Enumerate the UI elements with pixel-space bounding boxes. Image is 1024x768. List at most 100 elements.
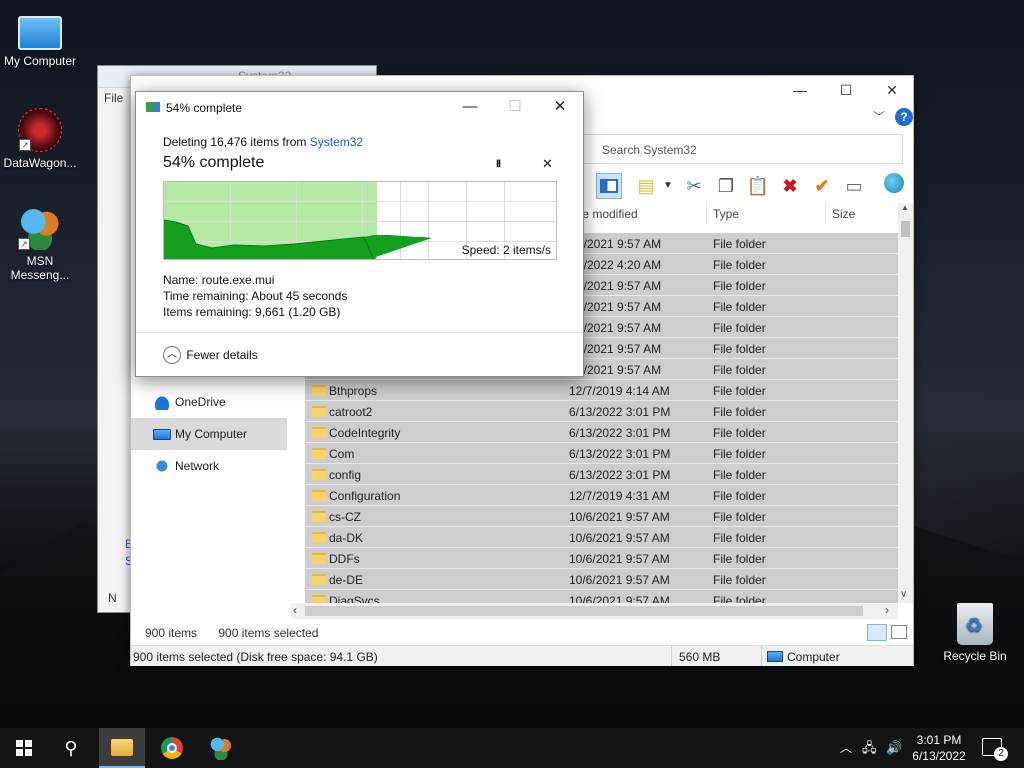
chevron-up-icon: ︿ [163, 346, 181, 364]
pause-button[interactable]: II [496, 158, 501, 170]
row-name: Com [329, 447, 355, 461]
row-name: CodeIntegrity [329, 426, 401, 440]
column-date-modified[interactable]: te modified [579, 200, 638, 226]
folder-icon [312, 511, 326, 522]
action-center-icon[interactable]: 2 [982, 738, 1008, 761]
detail-label: Items remaining: [163, 305, 252, 319]
fewer-details-toggle[interactable]: ︿ Fewer details [163, 346, 258, 364]
deleting-summary: Deleting 16,476 items from System32 [163, 135, 363, 149]
select-icon[interactable]: ▭ [841, 173, 867, 199]
row-type: File folder [713, 237, 766, 251]
scroll-right-arrow-icon[interactable]: › [885, 603, 889, 617]
search-input[interactable]: Search System32 [581, 134, 903, 164]
network-tray-icon[interactable]: 🖧 [862, 728, 877, 768]
speed-label: Speed: 2 items/s [461, 243, 551, 257]
ribbon-collapse-chevron-icon[interactable]: ﹀ [873, 108, 885, 125]
desktop-icon-msn-messenger[interactable]: ↗ MSN Messeng... [0, 206, 80, 282]
table-row[interactable]: Bthprops 12/7/2019 4:14 AM File folder [305, 380, 898, 401]
table-row[interactable]: Com 6/13/2022 3:01 PM File folder [305, 443, 898, 464]
row-type: File folder [713, 552, 766, 566]
minimize-button[interactable]: — [777, 76, 823, 106]
nav-item-label: OneDrive [175, 395, 226, 409]
table-row[interactable]: DiagSvcs 10/6/2021 9:57 AM File folder [305, 590, 898, 603]
nav-item-network[interactable]: Network [131, 450, 287, 482]
deleting-target-link[interactable]: System32 [310, 135, 363, 149]
row-type: File folder [713, 384, 766, 398]
dialog-close-button[interactable]: ✕ [537, 94, 583, 120]
cut-icon[interactable]: ✂ [681, 173, 707, 199]
status-size: 560 MB [679, 650, 721, 664]
desktop-icon-my-computer[interactable]: My Computer [0, 10, 80, 68]
show-hidden-icons-chevron-icon[interactable]: ︿ [840, 728, 852, 768]
horizontal-scroll-thumb[interactable] [305, 606, 863, 616]
rename-check-icon[interactable]: ✔ [809, 173, 835, 199]
row-type: File folder [713, 426, 766, 440]
nav-item-my-computer[interactable]: My Computer [131, 418, 287, 450]
table-row[interactable]: CodeIntegrity 6/13/2022 3:01 PM File folde… [305, 422, 898, 443]
large-icons-view-icon[interactable] [891, 625, 907, 639]
row-type: File folder [713, 342, 766, 356]
table-row[interactable]: config 6/13/2022 3:01 PM File folder [305, 464, 898, 485]
nav-item-onedrive[interactable]: OneDrive [131, 386, 287, 418]
status-separator [761, 646, 762, 666]
taskbar-file-explorer[interactable] [99, 728, 145, 768]
scroll-up-arrow-icon[interactable]: ▲ [901, 203, 909, 212]
onedrive-cloud-icon [153, 394, 171, 410]
taskbar-clock[interactable]: 3:01 PM 6/13/2022 [906, 732, 972, 764]
desktop-icon-label: DataWagon... [3, 156, 77, 170]
table-row[interactable]: cs-CZ 10/6/2021 9:57 AM File folder [305, 506, 898, 527]
table-row[interactable]: da-DK 10/6/2021 9:57 AM File folder [305, 527, 898, 548]
table-row[interactable]: catroot2 6/13/2022 3:01 PM File folder [305, 401, 898, 422]
scroll-down-arrow-icon[interactable]: ∨ [900, 589, 907, 600]
taskbar-msn-messenger[interactable] [198, 728, 244, 768]
paste-icon[interactable]: 📋 [745, 173, 771, 199]
details-view-icon[interactable] [867, 624, 887, 641]
datawagon-icon: ↗ [18, 108, 62, 152]
close-button[interactable]: ✕ [869, 76, 915, 106]
folder-icon [312, 448, 326, 459]
clock-time: 3:01 PM [916, 733, 962, 747]
column-size[interactable]: Size [832, 200, 855, 226]
vertical-scroll-thumb[interactable] [901, 221, 910, 237]
help-icon[interactable]: ? [895, 108, 913, 126]
desktop-icon-datawagon[interactable]: ↗ DataWagon... [0, 108, 80, 170]
column-type[interactable]: Type [713, 200, 739, 226]
row-name: de-DE [329, 573, 364, 587]
volume-icon[interactable]: 🔊 [886, 728, 902, 768]
detail-name-row: Name: route.exe.mui [163, 272, 347, 288]
table-row[interactable]: Configuration 12/7/2019 4:31 AM File folde… [305, 485, 898, 506]
status-bar-bottom: 900 items selected (Disk free space: 94.… [131, 645, 913, 666]
table-row[interactable]: DDFs 10/6/2021 9:57 AM File folder [305, 548, 898, 569]
search-button[interactable]: ⚲ [48, 728, 94, 768]
dialog-minimize-button[interactable]: — [447, 94, 493, 120]
menu-file[interactable]: File [104, 91, 123, 105]
computer-icon [767, 651, 783, 662]
row-date: 6/2021 9:57 AM [577, 300, 662, 314]
delete-progress-dialog[interactable]: 54% complete — ☐ ✕ Deleting 16,476 items… [135, 91, 584, 377]
taskbar: ⚲ ︿ 🖧 🔊 3:01 PM 6/13/2022 2 [0, 728, 1024, 768]
folder-icon [312, 532, 326, 543]
table-row[interactable]: de-DE 10/6/2021 9:57 AM File folder [305, 569, 898, 590]
preview-pane-icon[interactable] [596, 173, 622, 199]
desktop-icon-recycle-bin[interactable]: Recycle Bin [935, 603, 1015, 663]
row-type: File folder [713, 279, 766, 293]
maximize-button[interactable]: ☐ [823, 76, 869, 106]
start-button[interactable] [0, 728, 46, 768]
cancel-operation-button[interactable]: ✕ [542, 156, 553, 172]
vertical-scrollbar[interactable]: ▲ ∨ [898, 203, 913, 603]
row-date: 6/2021 9:57 AM [577, 363, 662, 377]
folder-icon [312, 385, 326, 396]
file-operation-icon [146, 102, 160, 112]
copy-icon[interactable]: ❐ [713, 173, 739, 199]
msn-messenger-icon [209, 736, 233, 760]
detail-label: Time remaining: [163, 289, 249, 303]
delete-icon[interactable]: ✖ [777, 173, 803, 199]
detail-value: About 45 seconds [251, 289, 348, 303]
scroll-left-arrow-icon[interactable]: ‹ [293, 603, 297, 617]
horizontal-scrollbar[interactable]: ‹ › [291, 603, 898, 619]
row-date: 6/13/2022 3:01 PM [569, 447, 671, 461]
chevron-down-icon[interactable]: ▼ [655, 173, 681, 199]
taskbar-chrome[interactable] [149, 728, 195, 768]
status-disk-space: 900 items selected (Disk free space: 94.… [133, 650, 378, 664]
globe-icon[interactable] [881, 173, 907, 199]
